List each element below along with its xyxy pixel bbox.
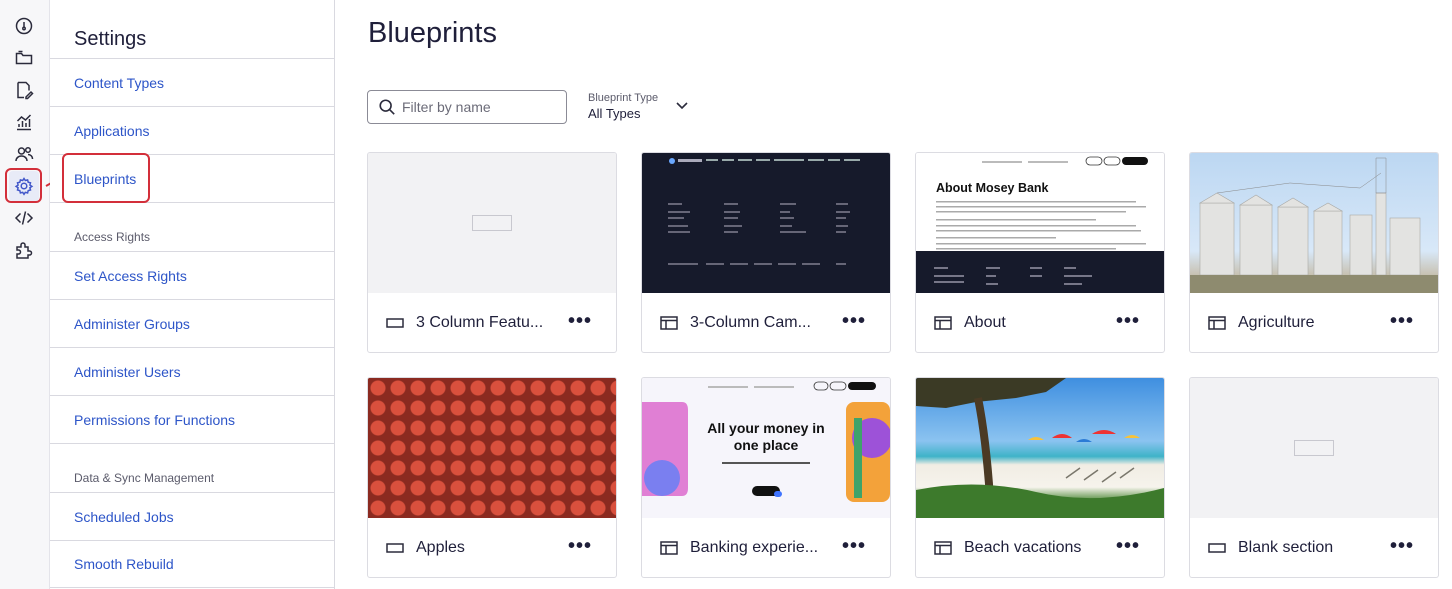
page-layout-icon [1208,316,1226,330]
code-icon[interactable] [9,203,39,233]
users-icon[interactable] [9,139,39,169]
puzzle-icon[interactable] [9,235,39,265]
menu-item-permissions-functions[interactable]: Permissions for Functions [50,395,334,443]
blueprints-highlight-box [62,153,150,203]
section-data-sync: Data & Sync Management [74,471,215,485]
blueprint-card[interactable]: Blank section ••• [1189,377,1439,578]
thumbnail-apples [368,378,616,518]
card-name: Banking experie... [690,539,819,556]
more-options-button[interactable]: ••• [568,311,592,331]
menu-item-administer-groups[interactable]: Administer Groups [50,299,334,347]
search-input[interactable] [402,99,552,115]
icon-rail [0,0,50,589]
edit-document-icon[interactable] [9,75,39,105]
card-name: 3-Column Cam... [690,314,811,331]
page-title: Blueprints [368,17,497,49]
card-name: About [964,314,1006,331]
more-options-button[interactable]: ••• [568,536,592,556]
card-name: 3 Column Featu... [416,314,544,331]
search-box[interactable] [367,90,567,124]
type-label: Blueprint Type [588,92,659,104]
page-layout-icon [660,541,678,555]
thumb-heading: All your money in one place [707,420,825,453]
blueprint-card[interactable]: About Mosey Bank About ••• [915,152,1165,353]
folder-icon[interactable] [9,43,39,73]
gear-highlight-box [5,168,42,203]
menu-item-set-access-rights[interactable]: Set Access Rights [50,251,334,299]
thumb-heading: About Mosey Bank [936,181,1049,195]
more-options-button[interactable]: ••• [1116,536,1140,556]
more-options-button[interactable]: ••• [1390,311,1414,331]
card-name: Beach vacations [964,539,1082,556]
thumbnail-banking: All your money in one place [642,378,890,518]
more-options-button[interactable]: ••• [1390,536,1414,556]
thumbnail-beach [916,378,1164,518]
card-name: Agriculture [1238,314,1315,331]
page-layout-icon [934,316,952,330]
section-icon [386,541,404,555]
more-options-button[interactable]: ••• [842,311,866,331]
thumbnail-about-page: About Mosey Bank [916,153,1164,293]
thumbnail-silos [1190,153,1438,293]
card-name: Apples [416,539,465,556]
more-options-button[interactable]: ••• [1116,311,1140,331]
thumbnail-placeholder [1190,378,1438,518]
menu-item-content-types[interactable]: Content Types [50,58,334,106]
dashboard-icon[interactable] [9,11,39,41]
menu-item-administer-users[interactable]: Administer Users [50,347,334,395]
settings-title: Settings [74,28,147,50]
page-layout-icon [934,541,952,555]
menu-item-applications[interactable]: Applications [50,106,334,154]
section-icon [386,316,404,330]
card-name: Blank section [1238,539,1334,556]
blueprint-card[interactable]: Apples ••• [367,377,617,578]
page-layout-icon [660,316,678,330]
thumbnail-dark-footer [642,153,890,293]
section-icon [1208,541,1226,555]
search-icon [379,99,395,115]
menu-item-scheduled-jobs[interactable]: Scheduled Jobs [50,492,334,540]
settings-menu: Settings Content Types Applications Blue… [50,0,335,589]
thumbnail-placeholder [368,153,616,293]
menu-item-smooth-rebuild[interactable]: Smooth Rebuild [50,540,334,588]
blueprint-card[interactable]: 3 Column Featu... ••• [367,152,617,353]
main-content: Blueprints Blueprint Type All Types 3 Co… [335,0,1452,589]
blueprint-card[interactable]: 3-Column Cam... ••• [641,152,891,353]
section-access-rights: Access Rights [74,230,151,244]
analytics-icon[interactable] [9,107,39,137]
blueprint-card[interactable]: Agriculture ••• [1189,152,1439,353]
chevron-down-icon [675,98,689,112]
blueprint-type-select[interactable]: Blueprint Type All Types [588,92,688,121]
more-options-button[interactable]: ••• [842,536,866,556]
type-value: All Types [588,106,641,121]
blueprint-card[interactable]: Beach vacations ••• [915,377,1165,578]
blueprint-card[interactable]: All your money in one place Banking expe… [641,377,891,578]
